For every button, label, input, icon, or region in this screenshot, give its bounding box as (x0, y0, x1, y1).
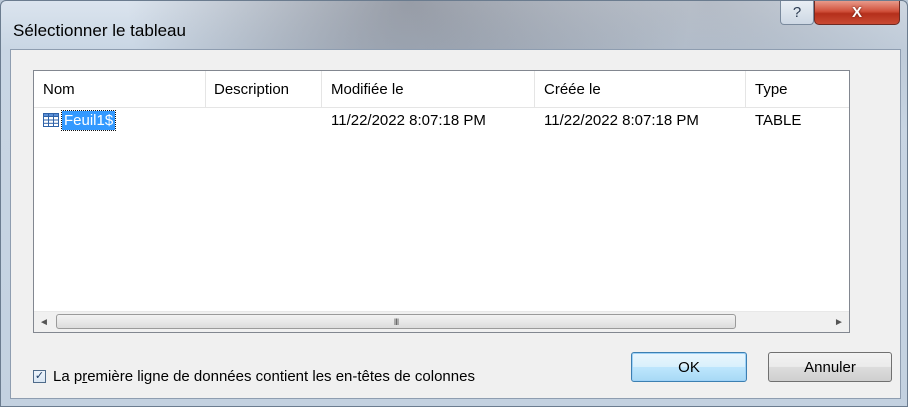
scroll-right-icon[interactable]: ► (829, 312, 849, 332)
dialog-client-area: Nom Description Modifiée le Créée le Typ… (10, 49, 901, 399)
cell-type: TABLE (755, 111, 802, 129)
ok-button[interactable]: OK (631, 352, 747, 382)
header-row-option[interactable]: ✓ La première ligne de données contient … (33, 368, 475, 385)
table-icon (43, 113, 59, 127)
close-icon: X (851, 4, 862, 21)
list-item[interactable]: Feuil1$ 11/22/2022 8:07:18 PM 11/22/2022… (34, 108, 849, 132)
help-button[interactable]: ? (780, 1, 814, 25)
cell-nom: Feuil1$ (34, 109, 206, 131)
checkmark-icon: ✓ (34, 370, 45, 382)
close-button[interactable]: X (814, 1, 900, 25)
column-header-description[interactable]: Description (206, 71, 322, 107)
cell-creee: 11/22/2022 8:07:18 PM (544, 111, 699, 129)
column-header-modifiee[interactable]: Modifiée le (322, 71, 535, 107)
scrollbar-thumb[interactable]: III (56, 314, 736, 329)
row-name-selected[interactable]: Feuil1$ (60, 109, 117, 131)
help-icon: ? (792, 4, 802, 21)
column-header-nom[interactable]: Nom (34, 71, 206, 107)
cell-modifiee: 11/22/2022 8:07:18 PM (331, 111, 486, 129)
column-header-creee[interactable]: Créée le (535, 71, 746, 107)
header-row-label: La première ligne de données contient le… (53, 368, 475, 385)
column-header-type[interactable]: Type (746, 71, 836, 107)
horizontal-scrollbar[interactable]: ◄ III ► (34, 311, 849, 332)
cancel-button[interactable]: Annuler (768, 352, 892, 382)
header-row-checkbox[interactable]: ✓ (33, 370, 46, 383)
grip-icon: III (393, 316, 399, 327)
dialog-title: Sélectionner le tableau (13, 21, 186, 40)
scroll-left-icon[interactable]: ◄ (34, 312, 54, 332)
dialog-window: Sélectionner le tableau ? X Nom Descript… (0, 0, 908, 407)
list-header: Nom Description Modifiée le Créée le Typ… (34, 71, 849, 108)
table-list[interactable]: Nom Description Modifiée le Créée le Typ… (33, 70, 850, 333)
